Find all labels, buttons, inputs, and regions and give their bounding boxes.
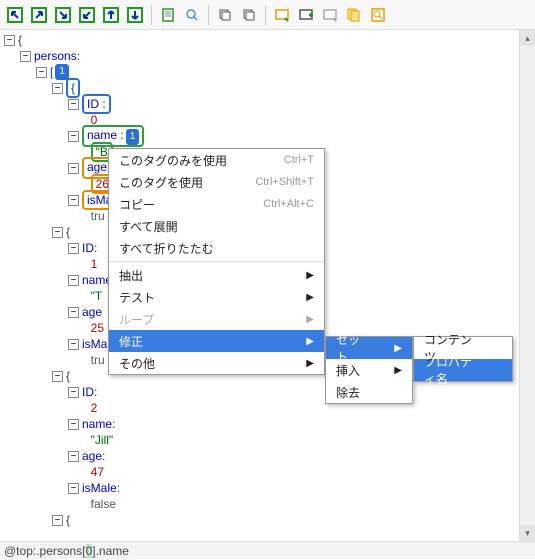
nav-top-left-icon[interactable]: [4, 4, 26, 26]
screen-plus-icon[interactable]: [295, 4, 317, 26]
submenu-arrow-icon: ▶: [394, 365, 402, 376]
menu-copy[interactable]: コピーCtrl+Alt+C: [109, 193, 324, 215]
val-ismale[interactable]: tru: [91, 208, 105, 224]
index-badge: 1: [55, 64, 69, 80]
status-bar: @top:.persons[0].name: [0, 541, 535, 559]
submenu-modify: セット▶ 挿入▶ 除去: [325, 336, 413, 404]
key-name[interactable]: name: [87, 128, 117, 142]
menu-other[interactable]: その他▶: [109, 352, 324, 374]
search-yellow-icon[interactable]: [367, 4, 389, 26]
menu-test[interactable]: テスト▶: [109, 286, 324, 308]
submenu-arrow-icon: ▶: [306, 292, 314, 303]
nav-top-right-icon[interactable]: [28, 4, 50, 26]
toolbar: [0, 0, 535, 30]
menu-extract[interactable]: 抽出▶: [109, 264, 324, 286]
submenu-arrow-icon: ▶: [394, 343, 402, 354]
copy2-icon[interactable]: [238, 4, 260, 26]
menu-loop: ループ▶: [109, 308, 324, 330]
submenu-arrow-icon: ▶: [306, 270, 314, 281]
submenu-arrow-icon: ▶: [306, 314, 314, 325]
menu-property-name[interactable]: プロパティ名: [414, 359, 512, 381]
menu-remove[interactable]: 除去: [326, 381, 412, 403]
expander-icon[interactable]: −: [4, 35, 15, 46]
multi-doc-icon[interactable]: [343, 4, 365, 26]
zoom-icon[interactable]: [181, 4, 203, 26]
path-suffix: ].name: [92, 544, 129, 558]
submenu-arrow-icon: ▶: [306, 358, 314, 369]
screen-yellow-icon[interactable]: [271, 4, 293, 26]
context-menu: このタグのみを使用Ctrl+T このタグを使用Ctrl+Shift+T コピーC…: [108, 148, 325, 375]
submenu-arrow-icon: ▶: [306, 336, 314, 347]
path-prefix: @top:.persons[: [4, 544, 86, 558]
bracket: [: [50, 64, 53, 80]
menu-use-this-tag-only[interactable]: このタグのみを使用Ctrl+T: [109, 149, 324, 171]
submenu-set: コンテンツ プロパティ名: [413, 336, 513, 382]
copy-icon[interactable]: [214, 4, 236, 26]
key-age[interactable]: age: [87, 160, 107, 174]
document-icon[interactable]: [157, 4, 179, 26]
key-id[interactable]: ID: [87, 97, 99, 111]
scroll-up-icon[interactable]: ▴: [520, 30, 535, 46]
scroll-down-icon[interactable]: ▾: [520, 525, 535, 541]
expander-icon[interactable]: −: [36, 67, 47, 78]
menu-use-this-tag[interactable]: このタグを使用Ctrl+Shift+T: [109, 171, 324, 193]
menu-modify[interactable]: 修正▶: [109, 330, 324, 352]
brace: {: [18, 32, 22, 48]
nav-up-icon[interactable]: [100, 4, 122, 26]
menu-set[interactable]: セット▶: [326, 337, 412, 359]
nav-down-icon[interactable]: [124, 4, 146, 26]
expander-icon[interactable]: −: [20, 51, 31, 62]
nav-bottom-right-icon[interactable]: [52, 4, 74, 26]
key-persons[interactable]: persons: [34, 48, 77, 64]
screen-gray-icon[interactable]: [319, 4, 341, 26]
menu-expand-all[interactable]: すべて展開: [109, 215, 324, 237]
menu-collapse-all[interactable]: すべて折りたたむ: [109, 237, 324, 259]
nav-bottom-left-icon[interactable]: [76, 4, 98, 26]
vertical-scrollbar[interactable]: ▴ ▾: [519, 30, 535, 541]
